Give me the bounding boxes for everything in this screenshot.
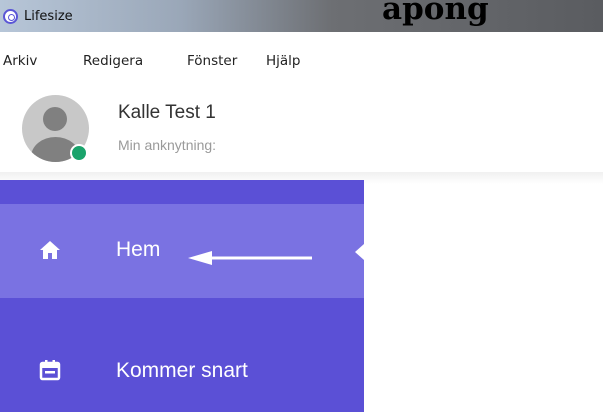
menu-redigera[interactable]: Redigera	[83, 53, 143, 69]
left-arrow-icon	[188, 251, 312, 265]
menu-fonster[interactable]: Fönster	[187, 53, 237, 69]
calendar-icon	[39, 360, 61, 381]
menu-bar: Arkiv Redigera Fönster Hjälp	[0, 32, 603, 88]
sidebar-item-label: Hem	[116, 238, 161, 261]
sidebar-item-hem[interactable]: Hem	[0, 204, 364, 298]
overlay-heading: apong	[382, 0, 489, 27]
profile-header: Kalle Test 1 Min anknytning:	[0, 88, 603, 180]
home-icon	[40, 241, 60, 259]
menu-hjalp[interactable]: Hjälp	[266, 53, 301, 69]
online-status-icon	[70, 144, 88, 162]
user-name: Kalle Test 1	[118, 102, 216, 123]
sidebar: Hem Kommer snart	[0, 180, 364, 412]
window-title: Lifesize	[24, 9, 73, 24]
sidebar-item-label: Kommer snart	[116, 359, 248, 382]
lifesize-logo-icon	[3, 9, 18, 24]
menu-arkiv[interactable]: Arkiv	[3, 53, 37, 69]
extension-label: Min anknytning:	[118, 137, 217, 153]
sidebar-item-kommer-snart[interactable]: Kommer snart	[0, 328, 364, 412]
title-bar: Lifesize	[0, 0, 603, 32]
